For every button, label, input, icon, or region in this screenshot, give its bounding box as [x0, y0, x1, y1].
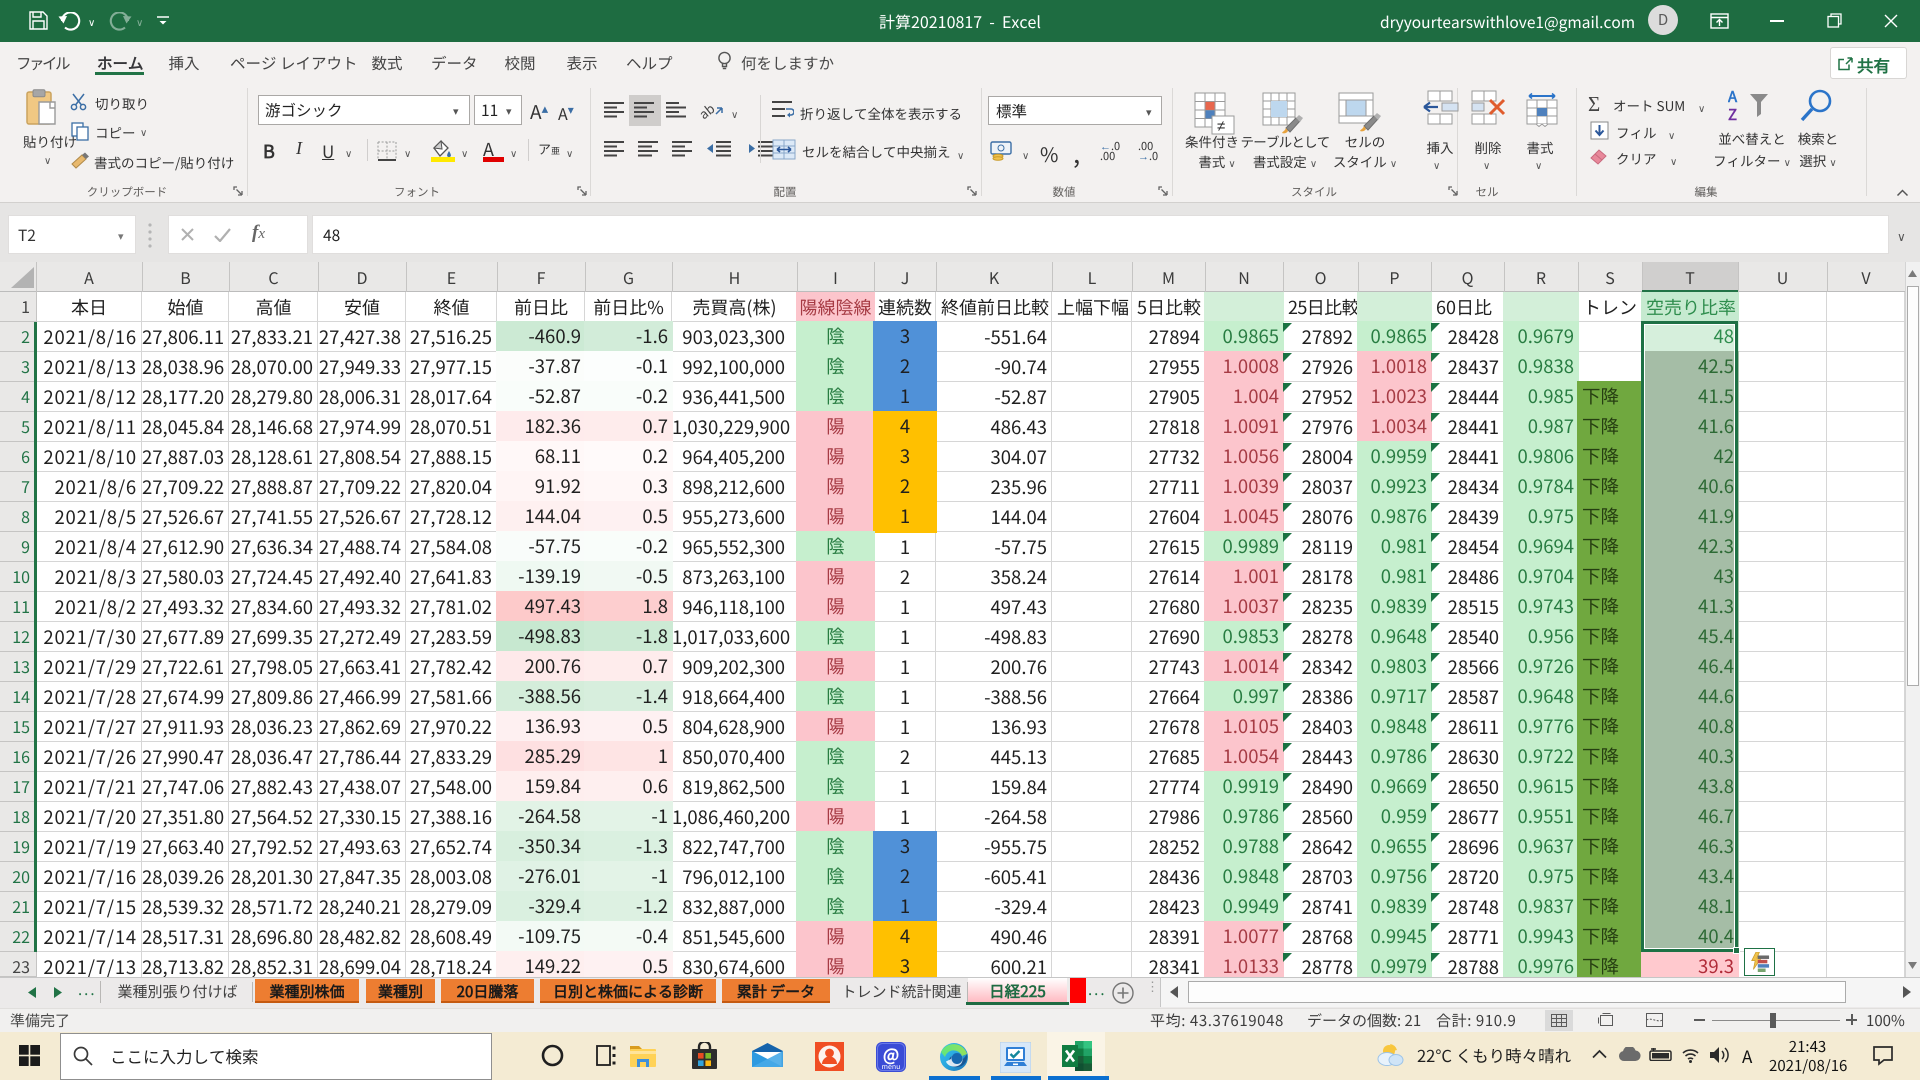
svg-text:ab: ab: [700, 100, 718, 122]
svg-text:menu: menu: [882, 1062, 901, 1072]
svg-text:Z: Z: [1728, 104, 1737, 124]
